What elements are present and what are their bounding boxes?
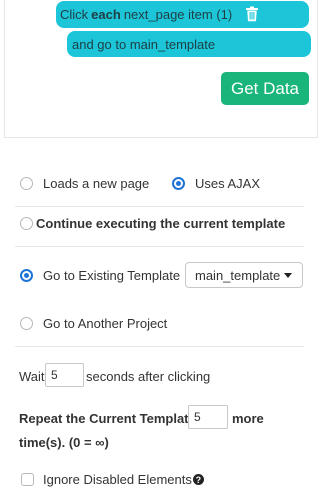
divider [15, 346, 304, 347]
loads-new-page-label: Loads a new page [43, 176, 150, 191]
existing-template-label: Go to Existing Template [43, 268, 181, 283]
option-continue-executing[interactable]: Continue executing the current template [20, 216, 285, 231]
repeat-count-input[interactable] [188, 405, 228, 429]
option-loads-new-page[interactable]: Loads a new page [20, 176, 149, 191]
template-select-value: main_template [195, 267, 281, 283]
radio-another-project[interactable] [20, 317, 33, 330]
another-project-label: Go to Another Project [43, 316, 168, 331]
click-step-pill[interactable]: Click each next_page item (1) [56, 1, 309, 28]
uses-ajax-label: Uses AJAX [195, 176, 261, 191]
divider [15, 246, 304, 247]
divider [15, 206, 304, 207]
radio-existing-template[interactable] [20, 269, 33, 282]
goto-step-pill[interactable]: and go to main_template [67, 31, 311, 57]
continue-executing-label: Continue executing the current template [36, 216, 286, 231]
caret-down-icon [284, 273, 292, 278]
template-steps-panel: Click each next_page item (1) and go to … [4, 0, 318, 138]
click-step-prefix: Click [60, 7, 89, 22]
question-circle-icon[interactable]: ? [192, 474, 204, 485]
radio-uses-ajax[interactable] [172, 177, 185, 190]
radio-loads-new-page[interactable] [20, 177, 33, 190]
goto-step-label: and go to main_template [72, 36, 216, 52]
wait-prefix-label: Wait [19, 369, 45, 384]
option-ignore-disabled[interactable]: Ignore Disabled Elements ? [21, 472, 204, 487]
wait-seconds-input[interactable] [45, 363, 84, 387]
option-existing-template[interactable]: Go to Existing Template [20, 268, 180, 283]
template-select[interactable]: main_template [185, 262, 303, 288]
repeat-suffix-label: more [232, 411, 264, 426]
click-step-keyword: each [91, 7, 121, 22]
repeat-times-label: time(s). (0 = ∞) [19, 435, 109, 450]
ignore-disabled-checkbox[interactable] [21, 473, 34, 486]
radio-continue-executing[interactable] [20, 217, 33, 230]
repeat-prefix-label: Repeat the Current Template [19, 411, 196, 426]
option-uses-ajax[interactable]: Uses AJAX [172, 176, 260, 191]
get-data-button[interactable]: Get Data [221, 72, 309, 105]
click-step-target: next_page item (1) [123, 7, 233, 22]
trash-icon[interactable] [245, 6, 259, 22]
wait-suffix-label: seconds after clicking [86, 369, 211, 384]
ignore-disabled-label: Ignore Disabled Elements [43, 472, 192, 487]
option-another-project[interactable]: Go to Another Project [20, 316, 167, 331]
